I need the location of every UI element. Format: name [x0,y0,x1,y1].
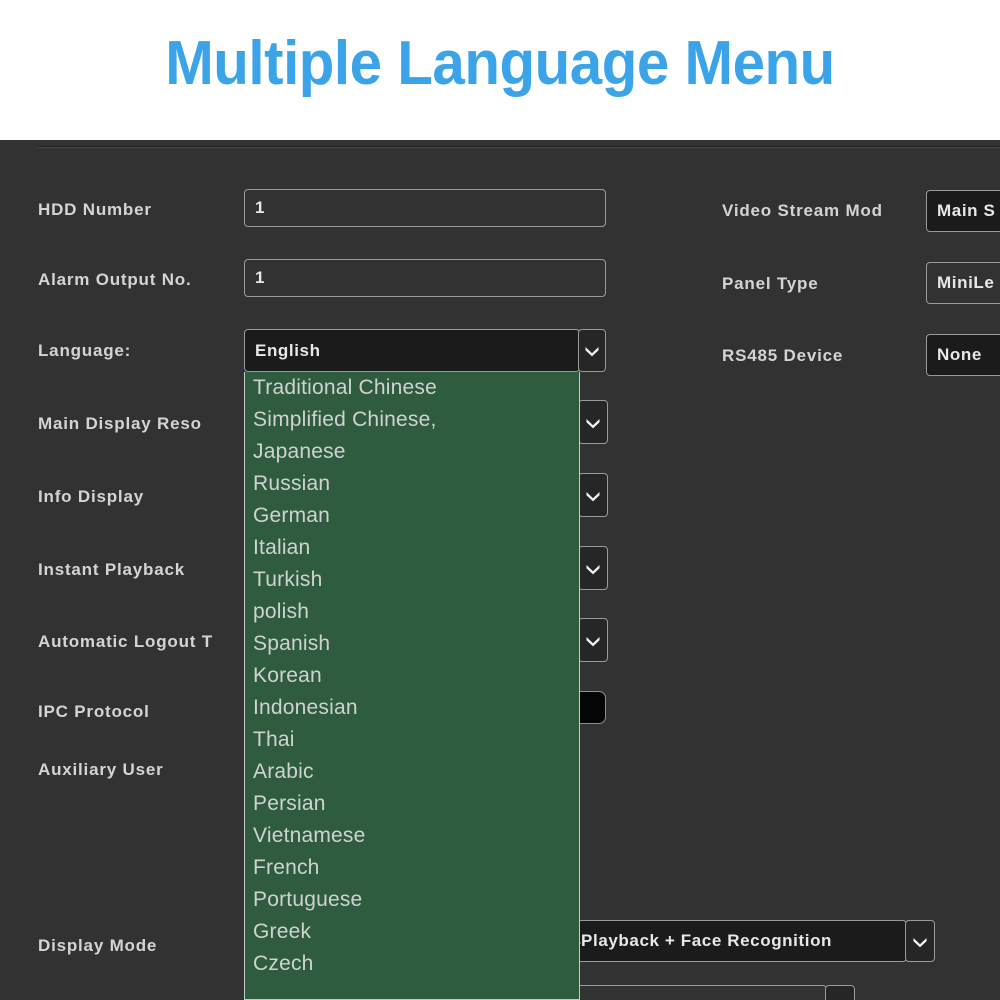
language-option[interactable]: Greek [245,916,579,948]
language-select[interactable]: English [244,329,580,372]
main-display-resolution-arrow[interactable] [578,400,608,444]
language-option[interactable]: Traditional Chinese [245,372,579,404]
video-stream-mode-value: Main S [937,201,996,220]
banner: Multiple Language Menu [0,0,1000,140]
rs485-device-value: None [937,345,982,364]
language-option[interactable]: polish [245,596,579,628]
chevron-down-icon [911,935,929,948]
settings-panel: HDD Number Alarm Output No. Language: Ma… [0,140,1000,1000]
language-option[interactable]: Turkish [245,564,579,596]
automatic-logout-time-arrow[interactable] [578,618,608,662]
language-option[interactable]: Simplified Chinese, [245,404,579,436]
language-option[interactable]: Indonesian [245,692,579,724]
hdd-number-input[interactable]: 1 [244,189,606,227]
label-main-display-resolution: Main Display Reso [38,414,202,433]
hdd-number-value: 1 [255,198,266,217]
language-option[interactable]: Vietnamese [245,820,579,852]
language-option[interactable]: German [245,500,579,532]
language-option[interactable]: Russian [245,468,579,500]
language-option[interactable]: Spanish [245,628,579,660]
language-option[interactable]: Arabic [245,756,579,788]
info-display-arrow[interactable] [578,473,608,517]
panel-top-divider [38,146,1000,148]
label-automatic-logout-time: Automatic Logout T [38,632,213,651]
language-option[interactable]: Thai [245,724,579,756]
language-option[interactable]: Persian [245,788,579,820]
language-option[interactable]: Czech [245,948,579,980]
language-option[interactable]: Korean [245,660,579,692]
label-language: Language: [38,341,132,360]
display-mode-select[interactable]: 4Playback + Face Recognition [560,920,907,962]
label-info-display: Info Display [38,487,144,506]
video-stream-mode-select[interactable]: Main S [926,190,1000,232]
language-option[interactable]: Italian [245,532,579,564]
language-select-arrow[interactable] [578,329,606,372]
label-ipc-protocol: IPC Protocol [38,702,150,721]
label-panel-type: Panel Type [722,274,819,293]
panel-type-select[interactable]: MiniLe [926,262,1000,304]
chevron-down-icon [584,416,602,429]
language-option[interactable]: Portuguese [245,884,579,916]
label-instant-playback: Instant Playback [38,560,185,579]
display-mode-arrow[interactable] [905,920,935,962]
label-auxiliary-user: Auxiliary User [38,760,164,779]
label-hdd-number: HDD Number [38,200,152,219]
language-dropdown-list[interactable]: Traditional Chinese Simplified Chinese, Ja… [244,372,580,1000]
display-mode-value: 4Playback + Face Recognition [571,931,833,950]
alarm-output-no-value: 1 [255,268,266,287]
chevron-down-icon [584,634,602,647]
bottom-partial-select[interactable] [560,985,827,1000]
bottom-partial-arrow[interactable] [825,985,855,1000]
language-option[interactable]: French [245,852,579,884]
language-select-value: English [255,340,321,360]
chevron-down-icon [583,344,601,357]
instant-playback-arrow[interactable] [578,546,608,590]
panel-type-value: MiniLe [937,273,995,292]
chevron-down-icon [584,562,602,575]
screenshot-root: Multiple Language Menu HDD Number Alarm … [0,0,1000,1000]
page-title: Multiple Language Menu [165,29,835,98]
label-rs485-device: RS485 Device [722,346,844,365]
label-video-stream-mode: Video Stream Mod [722,201,883,220]
language-option[interactable]: Japanese [245,436,579,468]
label-alarm-output-no: Alarm Output No. [38,270,192,289]
chevron-down-icon [584,489,602,502]
label-display-mode: Display Mode [38,936,158,955]
rs485-device-select[interactable]: None [926,334,1000,376]
alarm-output-no-input[interactable]: 1 [244,259,606,297]
